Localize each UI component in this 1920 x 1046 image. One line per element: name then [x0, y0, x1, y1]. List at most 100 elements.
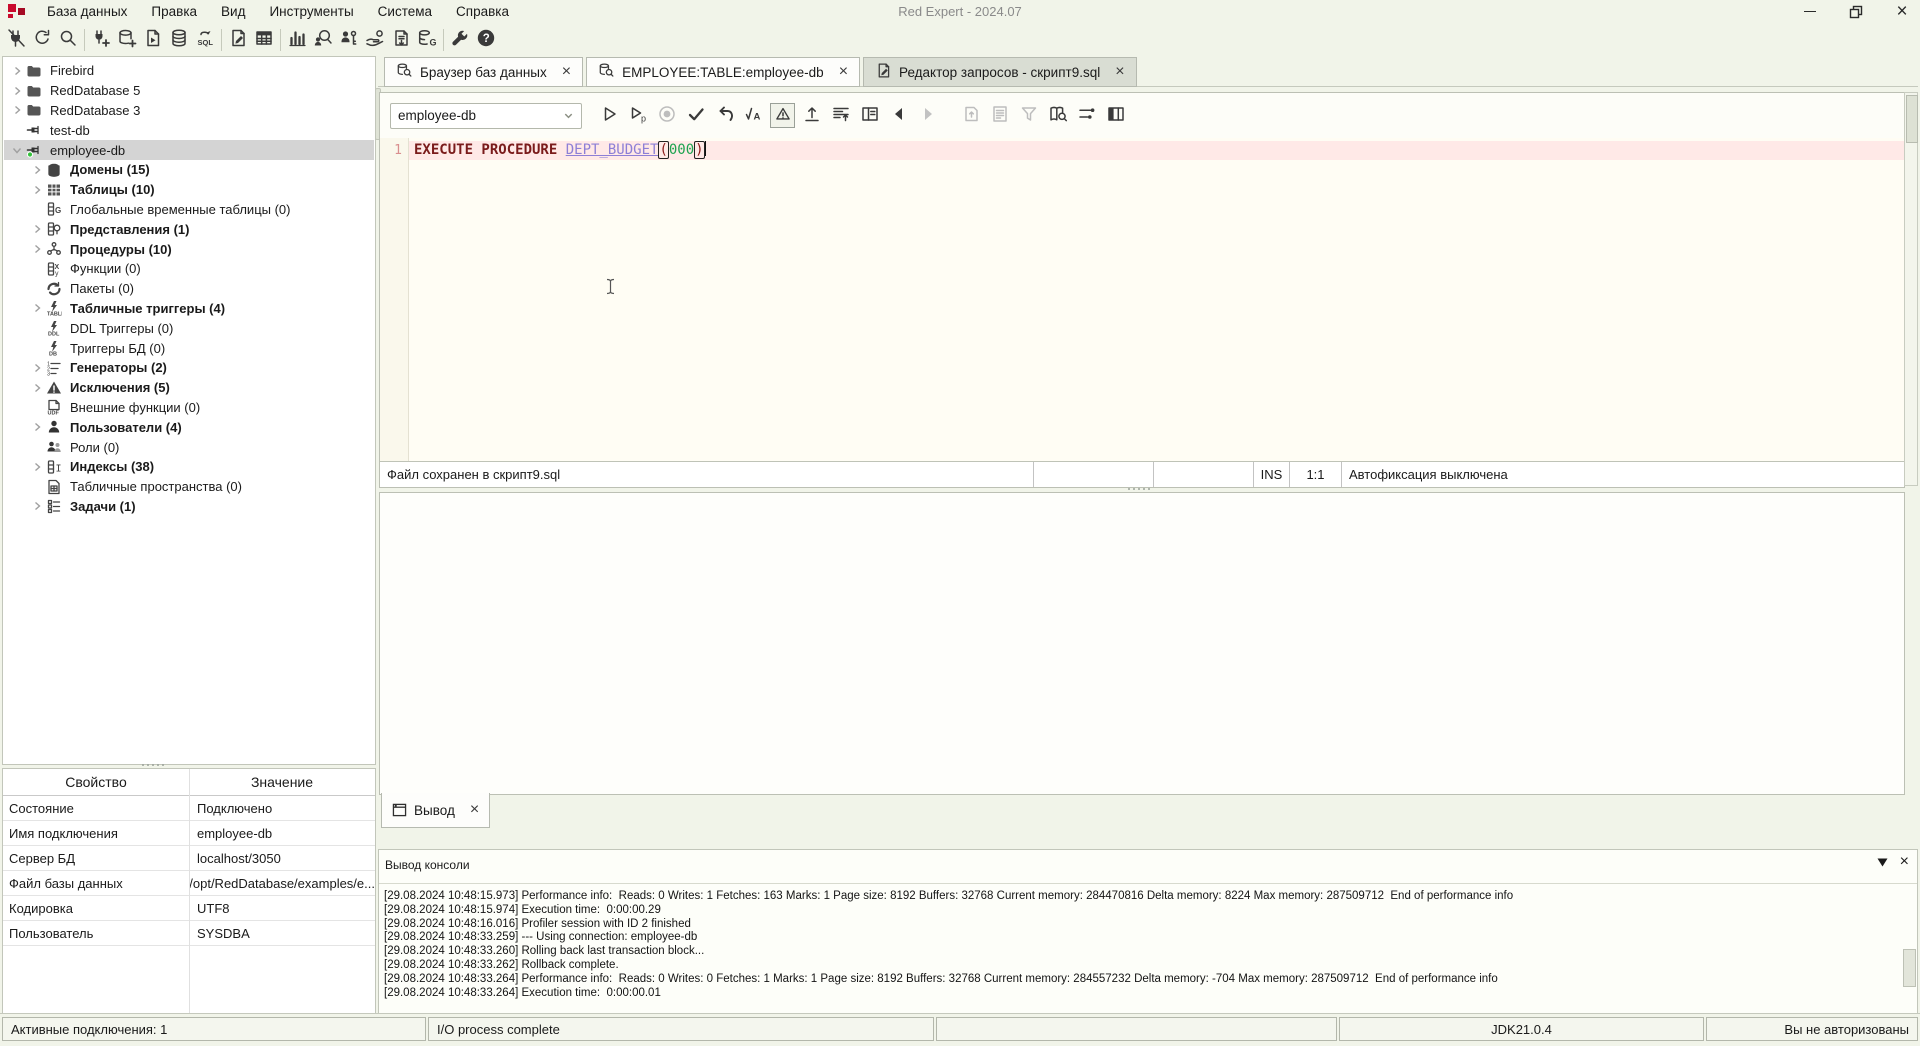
close-icon[interactable]: × [1894, 4, 1910, 20]
chevron-right-icon[interactable] [10, 86, 24, 96]
table-data-button[interactable] [251, 27, 277, 53]
commit-button[interactable] [683, 103, 708, 128]
previous-button[interactable] [886, 103, 911, 128]
new-connection-button[interactable] [88, 27, 114, 53]
help-button[interactable]: ? [473, 27, 499, 53]
minimize-icon[interactable] [1802, 4, 1818, 20]
generator-g-button[interactable]: G [414, 27, 440, 53]
menu-item[interactable]: База данных [35, 0, 139, 23]
chevron-right-icon[interactable] [30, 383, 44, 393]
save-version-button [958, 103, 983, 128]
grant-manager-button[interactable] [362, 27, 388, 53]
split-columns-button[interactable] [1103, 103, 1128, 128]
editor-scrollbar[interactable] [1904, 92, 1918, 486]
tree-item[interactable]: TABLEТабличные триггеры (4) [4, 299, 374, 319]
close-icon[interactable]: × [562, 65, 571, 79]
tree-item[interactable]: test-db [4, 120, 374, 140]
close-console-icon[interactable]: × [1900, 856, 1909, 868]
close-icon[interactable]: × [470, 803, 479, 817]
tree-item[interactable]: UDFВнешние функции (0) [4, 398, 374, 418]
warning-toggle-button[interactable] [770, 103, 795, 128]
restore-icon[interactable] [1848, 4, 1864, 20]
find-in-editor-button[interactable] [1045, 103, 1070, 128]
menu-item[interactable]: Инструменты [257, 0, 365, 23]
statistics-button[interactable] [284, 27, 310, 53]
editor-scrollbar-thumb[interactable] [1906, 95, 1918, 143]
tree-item[interactable]: Табличные пространства (0) [4, 477, 374, 497]
tree-item[interactable]: 123Генераторы (2) [4, 358, 374, 378]
view-options-button[interactable] [1074, 103, 1099, 128]
export-up-button[interactable] [799, 103, 824, 128]
chevron-right-icon[interactable] [30, 501, 44, 511]
connection-select[interactable]: employee-db [390, 103, 582, 129]
sql-editor[interactable]: 1 EXECUTE PROCEDURE DEPT_BUDGET(000) [380, 138, 1904, 462]
document-tab[interactable]: EMPLOYEE:TABLE:employee-db× [586, 57, 860, 87]
find-button[interactable] [55, 27, 81, 53]
run-button[interactable] [596, 103, 621, 128]
chevron-right-icon[interactable] [30, 422, 44, 432]
sql-procedure-link[interactable]: DEPT_BUDGET [566, 142, 659, 158]
query-toolbar: employee-db p A [380, 93, 1904, 138]
disconnect-button[interactable] [3, 27, 29, 53]
results-splitter-grip[interactable] [1128, 488, 1150, 490]
close-icon[interactable]: × [1115, 65, 1124, 79]
chevron-right-icon[interactable] [10, 105, 24, 115]
check-syntax-button[interactable]: A [741, 103, 766, 128]
chevron-right-icon[interactable] [30, 462, 44, 472]
tree-item[interactable]: IИндексы (38) [4, 457, 374, 477]
create-database-button[interactable] [114, 27, 140, 53]
tree-item[interactable]: Представления (1) [4, 219, 374, 239]
query-editor-button[interactable] [225, 27, 251, 53]
open-sql-script-button[interactable]: SQL [192, 27, 218, 53]
close-icon[interactable]: × [839, 65, 848, 79]
editor-layout-button[interactable] [857, 103, 882, 128]
tree-item[interactable]: Исключения (5) [4, 378, 374, 398]
tree-item[interactable]: employee-db [4, 140, 374, 160]
chevron-right-icon[interactable] [30, 185, 44, 195]
format-sql-button[interactable] [828, 103, 853, 128]
chevron-right-icon[interactable] [30, 363, 44, 373]
console-log[interactable]: [29.08.2024 10:48:15.973] Performance in… [384, 890, 1901, 1013]
tree-item[interactable]: XyФункции (0) [4, 259, 374, 279]
chevron-down-icon[interactable] [10, 145, 24, 155]
system-database-button[interactable] [166, 27, 192, 53]
app-logo-icon [8, 4, 25, 20]
preferences-button[interactable] [447, 27, 473, 53]
chevron-right-icon[interactable] [30, 303, 44, 313]
tree-item[interactable]: GГлобальные временные таблицы (0) [4, 200, 374, 220]
rollback-button[interactable] [712, 103, 737, 128]
menu-item[interactable]: Правка [139, 0, 209, 23]
tree-item[interactable]: Пакеты (0) [4, 279, 374, 299]
tree-item[interactable]: RedDatabase 3 [4, 101, 374, 121]
tree-item[interactable]: DDLDDL Триггеры (0) [4, 318, 374, 338]
tree-item[interactable]: Пользователи (4) [4, 417, 374, 437]
document-tab[interactable]: Редактор запросов - скрипт9.sql× [863, 57, 1137, 87]
tree-item[interactable]: RedDatabase 5 [4, 81, 374, 101]
tree-item-label: Триггеры БД (0) [70, 341, 165, 356]
tree-item[interactable]: Таблицы (10) [4, 180, 374, 200]
export-data-button[interactable] [388, 27, 414, 53]
tree-item[interactable]: Процедуры (10) [4, 239, 374, 259]
chevron-right-icon[interactable] [30, 165, 44, 175]
menu-item[interactable]: Справка [444, 0, 521, 23]
tree-item[interactable]: Домены (15) [4, 160, 374, 180]
chevron-right-icon[interactable] [10, 66, 24, 76]
chevron-right-icon[interactable] [30, 244, 44, 254]
tree-item[interactable]: Задачи (1) [4, 497, 374, 517]
run-profiler-button[interactable]: p [625, 103, 650, 128]
menu-item[interactable]: Система [366, 0, 444, 23]
horizontal-splitter-grip[interactable] [142, 764, 164, 766]
user-manager-button[interactable] [336, 27, 362, 53]
console-scrollbar-thumb[interactable] [1903, 949, 1916, 987]
collapse-triangle-icon[interactable] [1877, 858, 1888, 867]
tree-item[interactable]: Роли (0) [4, 437, 374, 457]
chevron-right-icon[interactable] [30, 224, 44, 234]
menu-item[interactable]: Вид [209, 0, 257, 23]
tree-item[interactable]: Firebird [4, 61, 374, 81]
reload-button[interactable] [29, 27, 55, 53]
new-script-button[interactable] [140, 27, 166, 53]
results-tab-output[interactable]: Вывод × [381, 793, 490, 828]
tree-item[interactable]: DBТриггеры БД (0) [4, 338, 374, 358]
document-tab[interactable]: Браузер баз данных× [384, 57, 583, 87]
trace-manager-button[interactable] [310, 27, 336, 53]
